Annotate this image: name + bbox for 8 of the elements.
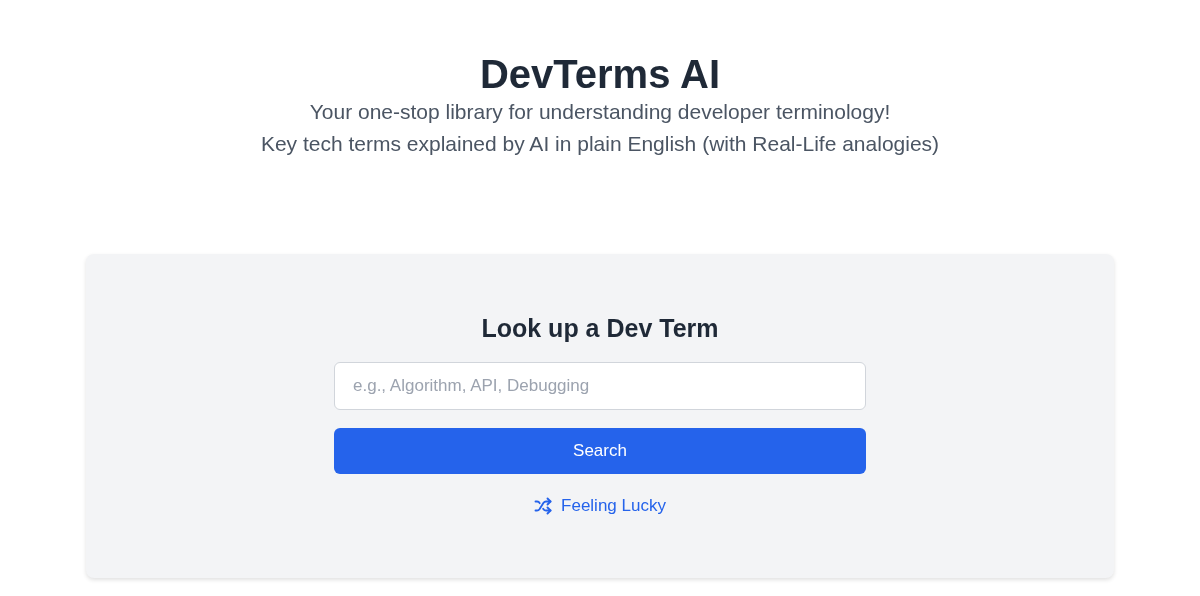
search-field[interactable]: e.g., Algorithm, API, Debugging [334, 362, 866, 410]
subtitle: Key tech terms explained by AI in plain English (with Real-Life analogies) [260, 131, 940, 157]
app-title: DevTerms AI [479, 52, 721, 96]
search-button[interactable]: Search [334, 428, 866, 474]
card-heading: Look up a Dev Term [481, 313, 719, 344]
subtitle: Your one-stop library for understanding developer terminology! [309, 99, 891, 125]
feeling-lucky-link[interactable]: Feeling Lucky [534, 496, 666, 516]
shuffle-icon [534, 497, 553, 515]
